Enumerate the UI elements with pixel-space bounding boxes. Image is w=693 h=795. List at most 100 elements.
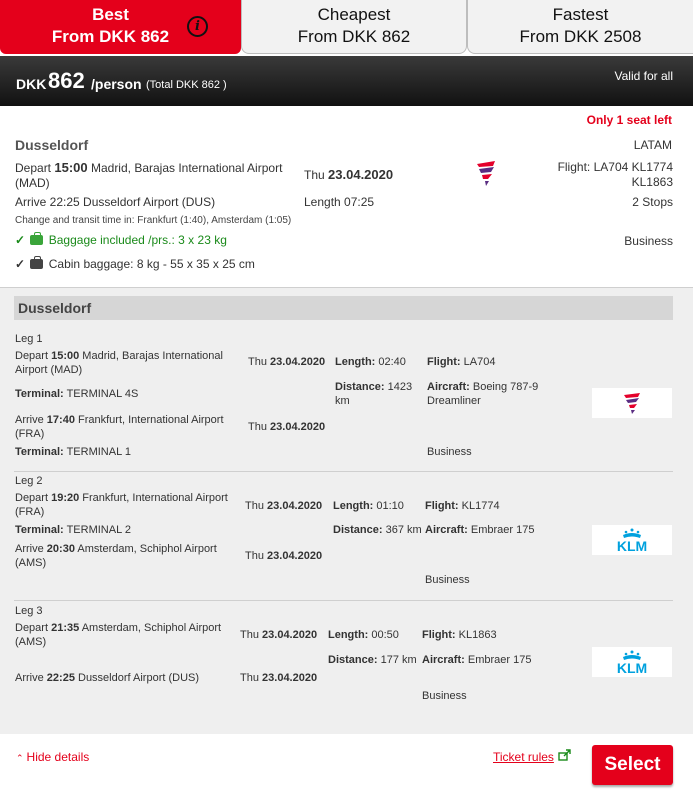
dep-airport: Amsterdam, Schiphol Airport	[81, 622, 222, 634]
aircraft-value: Embraer 175	[467, 654, 532, 666]
check-icon: ✓	[15, 233, 26, 247]
summary-arrival: Arrive 22:25 Dusseldorf Airport (DUS)	[15, 195, 216, 209]
aircraft-label: Aircraft:	[427, 381, 470, 393]
leg-arr-date: Thu 23.04.2020	[248, 420, 325, 434]
leg-dep-date: Thu 23.04.2020	[240, 628, 317, 642]
details-title: Dusseldorf	[18, 300, 92, 316]
dep-time: 21:35	[51, 622, 80, 634]
leg-distance: Distance: 1423 km	[335, 380, 412, 408]
dep-time: 15:00	[51, 350, 80, 362]
terminal-label: Terminal:	[15, 446, 64, 458]
price-header: DKK 862 /person (Total DKK 862 ) Valid f…	[0, 56, 693, 106]
leg-arr-date: Thu 23.04.2020	[245, 549, 322, 563]
depart-label: Depart	[15, 350, 49, 362]
dep-airport-cont: (AMS)	[15, 636, 47, 648]
terminal-label: Terminal:	[15, 388, 64, 400]
klm-logo-text: KLM	[616, 538, 648, 554]
date-prefix: Thu	[304, 168, 325, 182]
leg-aircraft: Aircraft: Embraer 175	[422, 653, 531, 667]
leg-cabin: Business	[427, 446, 472, 458]
leg-flight: Flight: LA704	[427, 355, 495, 369]
leg-2: Leg 2 Depart 19:20 Frankfurt, Internatio…	[14, 474, 673, 601]
aircraft-label: Aircraft:	[422, 654, 465, 666]
arr-airport-cont: (AMS)	[15, 557, 47, 569]
length-value: 01:10	[376, 500, 404, 512]
arr-airport: Amsterdam, Schiphol Airport	[77, 543, 217, 555]
dep-airport-cont: Airport (MAD)	[15, 364, 83, 376]
flight-label: Flight:	[422, 629, 456, 641]
weekday: Thu	[240, 672, 259, 684]
weekday: Thu	[245, 550, 264, 562]
dep-airport: Frankfurt, International Airport	[82, 492, 228, 504]
flight-label: Flight:	[427, 356, 461, 368]
cabin-baggage-text: Cabin baggage: 8 kg - 55 x 35 x 25 cm	[48, 257, 255, 271]
length-label: Length:	[335, 356, 376, 368]
arr-date: 23.04.2020	[270, 421, 326, 433]
summary-stops: 2 Stops	[632, 195, 673, 209]
chevron-up-icon: ⌃	[16, 753, 24, 763]
leg-3: Leg 3 Depart 21:35 Amsterdam, Schiphol A…	[14, 604, 673, 716]
leg-arrival: Arrive 17:40 Frankfurt, International Ai…	[15, 413, 224, 441]
length-value: 02:40	[378, 356, 406, 368]
arrive-label: Arrive	[15, 543, 44, 555]
leg-cabin: Business	[422, 690, 467, 702]
leg-divider	[14, 600, 673, 601]
klm-logo-text: KLM	[616, 660, 648, 676]
tab-cheapest-price: From DKK 862	[297, 27, 411, 46]
info-icon[interactable]: i	[187, 16, 208, 37]
flight-numbers-cont: KL1863	[631, 175, 673, 189]
leg-dep-terminal: Terminal: TERMINAL 4S	[15, 387, 138, 401]
seats-left-badge: Only 1 seat left	[586, 113, 672, 127]
terminal-value: TERMINAL 2	[66, 524, 131, 536]
terminal-label: Terminal:	[15, 524, 64, 536]
depart-time: 15:00	[54, 160, 88, 175]
terminal-value: TERMINAL 1	[66, 446, 131, 458]
tab-fastest[interactable]: Fastest From DKK 2508	[467, 0, 693, 54]
depart-label: Depart	[15, 161, 52, 175]
summary-date: Thu 23.04.2020	[304, 167, 393, 182]
leg-arr-date: Thu 23.04.2020	[240, 671, 317, 685]
hide-details-label: Hide details	[26, 750, 90, 764]
distance-label: Distance:	[335, 381, 385, 393]
leg-flight: Flight: KL1863	[422, 628, 497, 642]
arr-airport: Dusseldorf Airport (DUS)	[78, 672, 200, 684]
hide-details-link[interactable]: ⌃ Hide details	[16, 750, 89, 764]
price-per-person: /person	[91, 76, 142, 92]
external-link-icon[interactable]	[558, 749, 572, 761]
leg-length: Length: 02:40	[335, 355, 406, 369]
price-total: (Total DKK 862 )	[146, 79, 227, 91]
summary-flights: Flight: LA704 KL1774 KL1863	[558, 160, 673, 190]
length-label: Length:	[328, 629, 369, 641]
flight-numbers: LA704 KL1774	[593, 160, 673, 174]
arrive-label: Arrive	[15, 672, 44, 684]
transit-info: Change and transit time in: Frankfurt (1…	[15, 215, 292, 226]
leg-departure: Depart 15:00 Madrid, Barajas Internation…	[15, 349, 223, 377]
cabin-class: Business	[624, 234, 673, 248]
ticket-rules-link[interactable]: Ticket rules	[493, 750, 554, 764]
select-button[interactable]: Select	[592, 745, 673, 785]
flight-details: Dusseldorf Leg 1 Depart 15:00 Madrid, Ba…	[0, 288, 693, 734]
leg-dep-terminal: Terminal: TERMINAL 2	[15, 523, 131, 537]
leg-distance: Distance: 177 km	[328, 653, 417, 667]
distance-value: 367 km	[385, 524, 422, 536]
weekday: Thu	[248, 356, 267, 368]
price-currency: DKK	[16, 76, 47, 92]
footer-actions: ⌃ Hide details Ticket rules Select	[0, 734, 693, 795]
flight-number: KL1863	[458, 629, 497, 641]
cabin-bag-icon	[30, 256, 44, 269]
length-value: 00:50	[371, 629, 399, 641]
arr-airport: Frankfurt, International Airport	[78, 414, 224, 426]
arr-time: 17:40	[46, 414, 75, 426]
leg-arrival: Arrive 20:30 Amsterdam, Schiphol Airport…	[15, 542, 217, 570]
depart-airport-code: (MAD)	[15, 176, 50, 190]
travel-date: 23.04.2020	[328, 167, 394, 182]
leg-length: Length: 00:50	[328, 628, 399, 642]
tab-cheapest-title: Cheapest	[317, 5, 391, 24]
arr-time: 20:30	[46, 543, 75, 555]
arr-date: 23.04.2020	[267, 550, 323, 562]
tab-best[interactable]: Best From DKK 862 i	[0, 0, 241, 54]
leg-departure: Depart 19:20 Frankfurt, International Ai…	[15, 491, 228, 519]
tab-cheapest[interactable]: Cheapest From DKK 862	[241, 0, 467, 54]
flight-number: LA704	[463, 356, 496, 368]
summary-length: Length 07:25	[304, 195, 375, 209]
